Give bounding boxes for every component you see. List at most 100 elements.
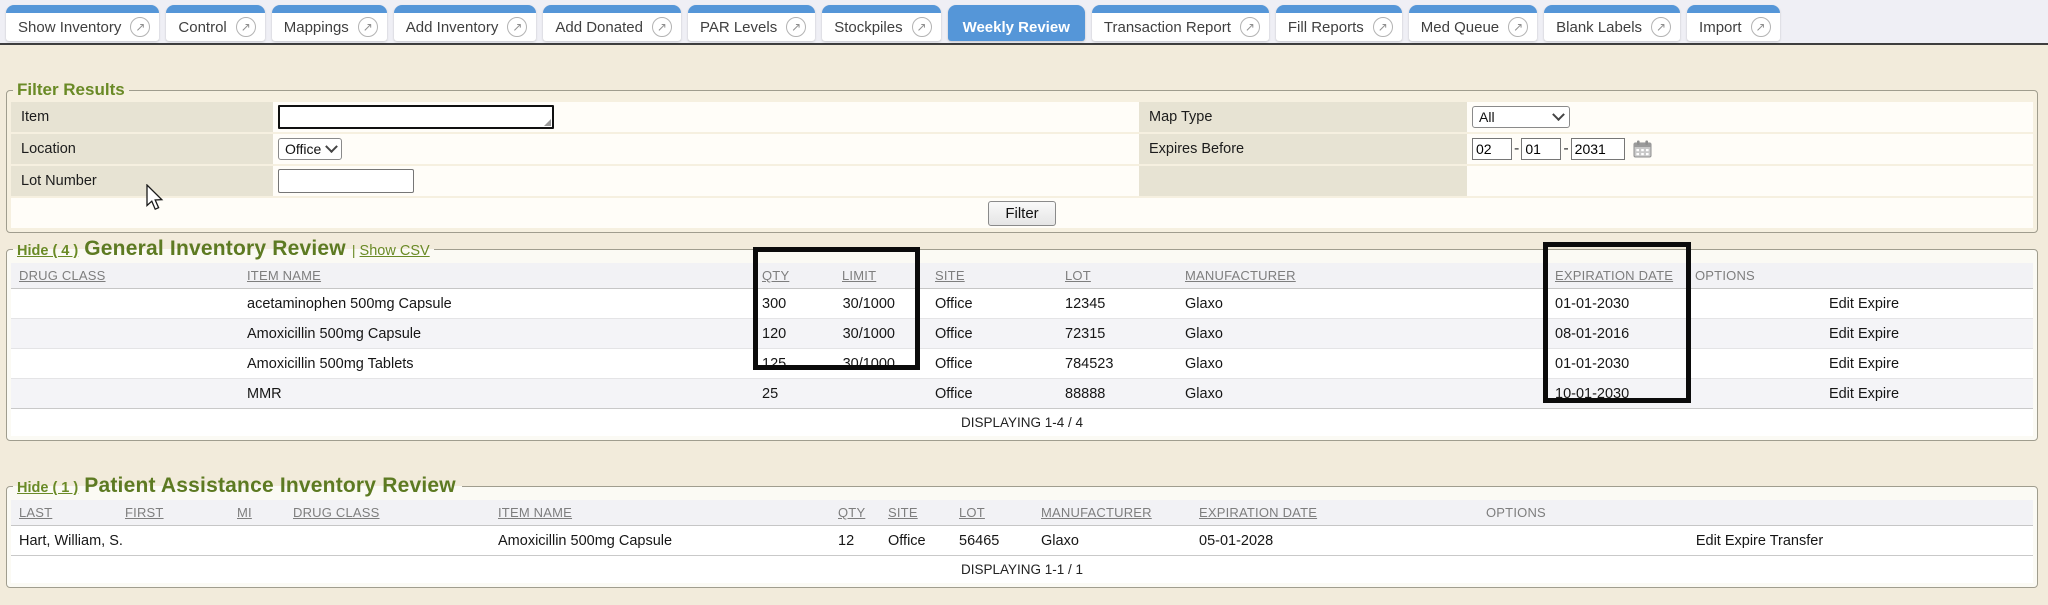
cell-expiration-date: 08-01-2016 (1537, 319, 1687, 349)
cell-patient-name: Hart, William, S. (11, 526, 285, 556)
expires-before-label: Expires Before (1139, 134, 1467, 164)
cell-expiration-date: 10-01-2030 (1537, 379, 1687, 409)
row-actions[interactable]: Edit Expire (1687, 379, 2033, 409)
popout-icon[interactable]: ↗ (358, 17, 378, 37)
tab-weekly-review[interactable]: Weekly Review (948, 5, 1085, 41)
pagination-row: DISPLAYING 1-4 / 4 (11, 409, 2033, 437)
cell-expiration-date: 01-01-2030 (1537, 289, 1687, 319)
col-item-name: ITEM NAME (490, 500, 830, 526)
general-section-title: General Inventory Review (82, 237, 348, 260)
patient-section-title: Patient Assistance Inventory Review (82, 474, 458, 497)
popout-icon[interactable]: ↗ (786, 17, 806, 37)
col-limit: LIMIT (842, 263, 927, 289)
tab-par-levels[interactable]: PAR Levels ↗ (688, 5, 815, 41)
cell-limit: 30/1000 (842, 319, 927, 349)
lot-number-label: Lot Number (11, 166, 273, 196)
col-manufacturer: MANUFACTURER (1033, 500, 1191, 526)
tab-label: Fill Reports (1288, 19, 1364, 36)
tab-show-inventory[interactable]: Show Inventory↗ (6, 5, 159, 41)
general-inventory-table: DRUG CLASS ITEM NAME QTY LIMIT SITE LOT … (11, 263, 2033, 436)
cell-limit: 30/1000 (842, 349, 927, 379)
cell-drug-class (11, 319, 239, 349)
cell-site: Office (927, 379, 1057, 409)
tab-add-inventory[interactable]: Add Inventory ↗ (394, 5, 537, 41)
col-qty: QTY (830, 500, 880, 526)
resize-grip-icon[interactable] (544, 119, 551, 126)
item-label: Item (11, 102, 273, 132)
displaying-count: DISPLAYING 1-1 / 1 (11, 556, 2033, 584)
cell-item-name: Amoxicillin 500mg Capsule (239, 319, 754, 349)
cell-site: Office (927, 289, 1057, 319)
show-csv-link[interactable]: Show CSV (360, 243, 430, 259)
col-expiration-date: EXPIRATION DATE (1537, 263, 1687, 289)
cell-site: Office (880, 526, 951, 556)
table-row: Hart, William, S. Amoxicillin 500mg Caps… (11, 526, 2033, 556)
table-header-row: DRUG CLASS ITEM NAME QTY LIMIT SITE LOT … (11, 263, 2033, 289)
tab-import[interactable]: Import↗ (1687, 5, 1780, 41)
expires-year-input[interactable] (1571, 138, 1625, 160)
tab-control[interactable]: Control↗ (166, 5, 264, 41)
expires-day-input[interactable] (1521, 138, 1561, 160)
patient-hide-link[interactable]: Hide ( 1 ) (17, 480, 78, 496)
tab-label: PAR Levels (700, 19, 777, 36)
tab-label: Mappings (284, 19, 349, 36)
cell-site: Office (927, 349, 1057, 379)
displaying-count: DISPLAYING 1-4 / 4 (11, 409, 2033, 437)
filter-button[interactable]: Filter (988, 201, 1055, 226)
cell-qty: 12 (830, 526, 880, 556)
popout-icon[interactable]: ↗ (130, 17, 150, 37)
popout-icon[interactable]: ↗ (1508, 17, 1528, 37)
cell-expiration-date: 01-01-2030 (1537, 349, 1687, 379)
popout-icon[interactable]: ↗ (1240, 17, 1260, 37)
cell-qty: 300 (754, 289, 842, 319)
cell-qty: 25 (754, 379, 842, 409)
popout-icon[interactable]: ↗ (1651, 17, 1671, 37)
location-select[interactable]: Office (278, 138, 342, 160)
popout-icon[interactable]: ↗ (236, 17, 256, 37)
map-type-select[interactable]: All (1472, 106, 1570, 128)
table-row: MMR 25 Office 88888 Glaxo 10-01-2030 Edi… (11, 379, 2033, 409)
top-nav: Show Inventory↗ Control↗ Mappings ↗ Add I… (0, 0, 2048, 45)
lot-number-input[interactable] (278, 169, 414, 193)
col-options: OPTIONS (1687, 263, 2033, 289)
filter-results-legend: Filter Results (13, 80, 129, 100)
cell-lot: 72315 (1057, 319, 1177, 349)
tab-label: Med Queue (1421, 19, 1499, 36)
cell-lot: 88888 (1057, 379, 1177, 409)
cell-drug-class (11, 349, 239, 379)
row-actions[interactable]: Edit Expire Transfer (1478, 526, 2033, 556)
popout-icon[interactable]: ↗ (912, 17, 932, 37)
cell-item-name: MMR (239, 379, 754, 409)
popout-icon[interactable]: ↗ (652, 17, 672, 37)
filter-results-panel: Filter Results Item Map Type All Locatio… (6, 80, 2038, 233)
col-drug-class: DRUG CLASS (285, 500, 490, 526)
tab-label: Add Inventory (406, 19, 499, 36)
calendar-icon[interactable] (1633, 140, 1652, 158)
tab-add-donated[interactable]: Add Donated↗ (543, 5, 681, 41)
row-actions[interactable]: Edit Expire (1687, 349, 2033, 379)
popout-icon[interactable]: ↗ (507, 17, 527, 37)
expires-month-input[interactable] (1472, 138, 1512, 160)
item-input[interactable] (278, 105, 554, 129)
tab-label: Transaction Report (1104, 19, 1231, 36)
popout-icon[interactable]: ↗ (1373, 17, 1393, 37)
cell-drug-class (11, 289, 239, 319)
row-actions[interactable]: Edit Expire (1687, 289, 2033, 319)
popout-icon[interactable]: ↗ (1751, 17, 1771, 37)
row-actions[interactable]: Edit Expire (1687, 319, 2033, 349)
tab-mappings[interactable]: Mappings ↗ (272, 5, 387, 41)
tab-blank-labels[interactable]: Blank Labels ↗ (1544, 5, 1680, 41)
cell-drug-class (11, 379, 239, 409)
general-hide-link[interactable]: Hide ( 4 ) (17, 243, 78, 259)
patient-assistance-panel: Hide ( 1 ) Patient Assistance Inventory … (6, 474, 2038, 588)
tab-transaction-report[interactable]: Transaction Report ↗ (1092, 5, 1269, 41)
tab-med-queue[interactable]: Med Queue ↗ (1409, 5, 1537, 41)
cell-item-name: acetaminophen 500mg Capsule (239, 289, 754, 319)
map-type-label: Map Type (1139, 102, 1467, 132)
tab-fill-reports[interactable]: Fill Reports ↗ (1276, 5, 1402, 41)
cell-lot: 56465 (951, 526, 1033, 556)
tab-label: Blank Labels (1556, 19, 1642, 36)
cell-manufacturer: Glaxo (1033, 526, 1191, 556)
tab-stockpiles[interactable]: Stockpiles↗ (822, 5, 940, 41)
date-separator: - (1514, 140, 1519, 158)
